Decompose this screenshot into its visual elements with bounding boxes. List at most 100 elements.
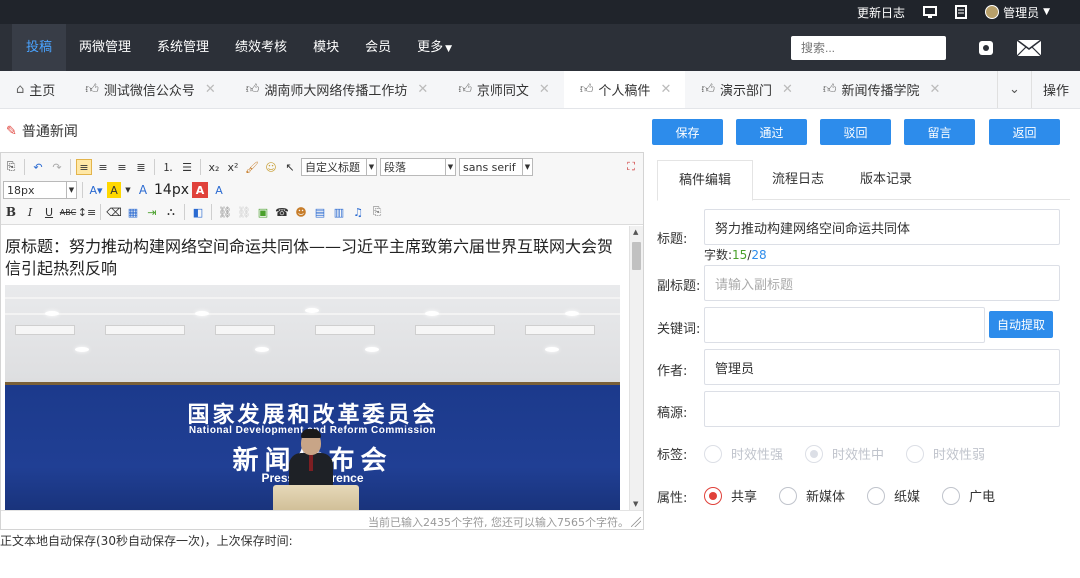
attr-radio-shared[interactable]: 共享 <box>704 486 757 505</box>
align-center-icon[interactable]: ≡ <box>95 159 111 175</box>
pass-button[interactable]: 通过 <box>736 119 807 145</box>
music-icon[interactable]: ♫ <box>350 204 366 220</box>
close-icon[interactable]: ✕ <box>417 82 428 97</box>
nav-item-submit[interactable]: 投稿 <box>12 24 67 71</box>
eraser-icon[interactable]: ⌫ <box>106 204 122 220</box>
unordered-list-icon[interactable]: ☰ <box>179 159 195 175</box>
phone-icon[interactable]: ☎ <box>274 204 290 220</box>
bold-icon[interactable]: B <box>3 204 19 220</box>
insert-row-icon[interactable]: ⇥ <box>144 204 160 220</box>
gear-icon[interactable] <box>979 41 993 55</box>
changelog-link[interactable]: 更新日志 <box>857 4 905 21</box>
comment-button[interactable]: 留言 <box>904 119 975 145</box>
close-icon[interactable]: ✕ <box>205 82 216 97</box>
attachment-icon[interactable]: ⎘ <box>369 204 385 220</box>
tab-draft-edit[interactable]: 稿件编辑 <box>657 160 753 201</box>
highlight-dropdown-icon[interactable]: ▼ <box>124 182 132 198</box>
close-icon[interactable]: ✕ <box>660 82 671 97</box>
unlink-icon[interactable]: ⛓ <box>236 204 252 220</box>
monitor-icon[interactable] <box>923 5 938 19</box>
tab-home[interactable]: ⌂ 主页 <box>0 71 69 108</box>
user-menu[interactable]: 管理员 ▼ <box>985 4 1050 21</box>
auto-extract-button[interactable]: 自动提取 <box>989 311 1053 338</box>
scroll-thumb[interactable] <box>632 242 641 270</box>
mail-icon[interactable] <box>1017 40 1041 56</box>
font-size-select[interactable]: 18px ▼ <box>3 181 77 199</box>
tab-journalism-school[interactable]: 👍︎ 新闻传播学院 ✕ <box>807 71 955 108</box>
tab-workflow-log[interactable]: 流程日志 <box>753 160 843 200</box>
tag-radio-strong[interactable]: 时效性强 <box>704 444 783 463</box>
highlight-color-icon[interactable]: A <box>107 182 121 198</box>
tabs-more-button[interactable]: ⌄ <box>997 71 1031 108</box>
table-icon[interactable]: ▦ <box>125 204 141 220</box>
back-button[interactable]: 返回 <box>989 119 1060 145</box>
binoculars-icon[interactable]: ⛬ <box>163 204 179 220</box>
ordered-list-icon[interactable]: ⒈ <box>160 159 176 175</box>
fullscreen-icon[interactable]: ⛶ <box>623 159 639 175</box>
font-family-select[interactable]: sans serif ▼ <box>459 158 533 176</box>
title-input[interactable]: 努力推动构建网络空间命运共同体 <box>704 209 1060 245</box>
font-color-icon[interactable]: A▾ <box>88 182 104 198</box>
image-icon[interactable]: ▣ <box>255 204 271 220</box>
attr-radio-broadcast[interactable]: 广电 <box>942 486 995 505</box>
editor-scrollbar[interactable]: ▲ ▼ <box>629 226 643 510</box>
underline-icon[interactable]: U <box>41 204 57 220</box>
align-left-icon[interactable]: ≡ <box>76 159 92 175</box>
font-small-icon[interactable]: A <box>135 182 151 198</box>
reject-button[interactable]: 驳回 <box>820 119 891 145</box>
italic-icon[interactable]: I <box>22 204 38 220</box>
nav-item-more[interactable]: 更多 ▼ <box>404 24 465 71</box>
superscript-icon[interactable]: x² <box>225 159 241 175</box>
font-red-icon[interactable]: A <box>192 182 208 198</box>
editor-content[interactable]: 原标题：努力推动构建网络空间命运共同体——习近平主席致第六届世界互联网大会贺信引… <box>1 226 629 510</box>
close-icon[interactable]: ✕ <box>782 82 793 97</box>
redo-icon[interactable]: ↷ <box>49 159 65 175</box>
emoticon-icon[interactable]: ☺ <box>263 159 279 175</box>
close-icon[interactable]: ✕ <box>539 82 550 97</box>
paragraph-select[interactable]: 段落 ▼ <box>380 158 456 176</box>
search-input[interactable] <box>791 36 946 60</box>
attr-radio-new-media[interactable]: 新媒体 <box>779 486 845 505</box>
source-input[interactable] <box>704 391 1060 427</box>
document-icon[interactable] <box>955 5 968 19</box>
custom-heading-select[interactable]: 自定义标题 ▼ <box>301 158 377 176</box>
tag-radio-weak[interactable]: 时效性弱 <box>906 444 985 463</box>
strikethrough-icon[interactable]: ABC <box>60 204 76 220</box>
scroll-up-icon[interactable]: ▲ <box>633 228 638 236</box>
tab-test-wechat[interactable]: 👍︎ 测试微信公众号 ✕ <box>69 71 230 108</box>
align-right-icon[interactable]: ≡ <box>114 159 130 175</box>
nav-item-system[interactable]: 系统管理 <box>144 24 222 71</box>
nav-item-members[interactable]: 会员 <box>352 24 404 71</box>
undo-icon[interactable]: ↶ <box>30 159 46 175</box>
format-painter-icon[interactable]: 🖌︎ <box>244 159 260 175</box>
cursor-icon[interactable]: ↖ <box>282 159 298 175</box>
scroll-down-icon[interactable]: ▼ <box>633 500 638 508</box>
save-button[interactable]: 保存 <box>652 119 723 145</box>
close-icon[interactable]: ✕ <box>929 82 940 97</box>
author-input[interactable]: 管理员 <box>704 349 1060 385</box>
tab-hunan-workshop[interactable]: 👍︎ 湖南师大网络传播工作坊 ✕ <box>230 71 443 108</box>
nav-item-modules[interactable]: 模块 <box>300 24 352 71</box>
attr-radio-print[interactable]: 纸媒 <box>867 486 920 505</box>
emotion-icon[interactable]: ☻ <box>293 204 309 220</box>
tab-demo-dept[interactable]: 👍︎ 演示部门 ✕ <box>685 71 807 108</box>
keywords-input[interactable] <box>704 307 985 343</box>
picture-icon[interactable]: ▤ <box>312 204 328 220</box>
preview-icon[interactable]: ◧ <box>190 204 206 220</box>
subscript-icon[interactable]: x₂ <box>206 159 222 175</box>
subtitle-input[interactable]: 请输入副标题 <box>704 265 1060 301</box>
tab-jingshi[interactable]: 👍︎ 京师同文 ✕ <box>442 71 564 108</box>
tag-radio-medium[interactable]: 时效性中 <box>805 444 884 463</box>
line-height-icon[interactable]: ↕≡ <box>78 204 96 220</box>
nav-item-weibo-wechat[interactable]: 两微管理 <box>66 24 144 71</box>
align-justify-icon[interactable]: ≣ <box>133 159 149 175</box>
tab-personal-drafts[interactable]: 👍︎ 个人稿件 ✕ <box>563 71 686 108</box>
resize-grip-icon[interactable] <box>631 517 641 527</box>
tab-version-history[interactable]: 版本记录 <box>843 160 929 200</box>
nav-item-performance[interactable]: 绩效考核 <box>222 24 300 71</box>
font-blue-icon[interactable]: A <box>211 182 227 198</box>
video-icon[interactable]: ▥ <box>331 204 347 220</box>
link-icon[interactable]: ⛓ <box>217 204 233 220</box>
tabs-ops-button[interactable]: 操作 <box>1031 71 1080 108</box>
source-code-icon[interactable]: ⎘ <box>3 159 19 175</box>
